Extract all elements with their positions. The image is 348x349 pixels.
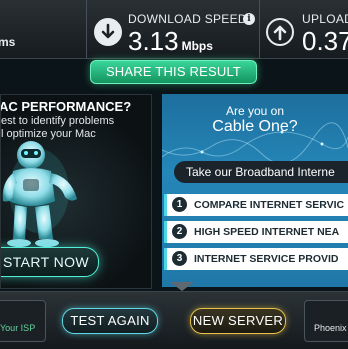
- server-city-label: Phoenix: [314, 323, 347, 333]
- upload-value: 0.37: [302, 26, 348, 56]
- share-result-button[interactable]: SHARE THIS RESULT: [90, 60, 257, 84]
- download-cell: DOWNLOAD SPEED i 3.13 Mbps: [86, 0, 260, 58]
- mac-performance-ad[interactable]: AC PERFORMANCE? est to identify problems…: [0, 94, 152, 289]
- download-number: 3.13: [128, 26, 179, 56]
- download-unit: Mbps: [181, 39, 213, 53]
- isp-label: Your ISP: [0, 323, 36, 333]
- ping-cell: ms: [0, 0, 82, 58]
- isp-option-3[interactable]: 3 INTERNET SERVICE PROVID: [164, 248, 348, 270]
- upload-label: UPLOAD: [302, 12, 348, 26]
- upload-arrow-icon: [266, 18, 294, 46]
- isp-panel: [0, 300, 46, 342]
- robot-mascot-image: [2, 141, 77, 247]
- test-again-button[interactable]: TEST AGAIN: [62, 308, 158, 334]
- mac-ad-title: AC PERFORMANCE?: [0, 99, 132, 114]
- option-number: 1: [172, 197, 187, 212]
- isp-question-big: Cable One?: [212, 118, 298, 135]
- option-label: INTERNET SERVICE PROVID: [194, 253, 339, 265]
- server-pointer-icon: [170, 282, 194, 291]
- isp-option-1[interactable]: 1 COMPARE INTERNET SERVIC: [164, 194, 348, 216]
- start-now-button[interactable]: START NOW: [1, 247, 99, 277]
- server-panel: [304, 300, 348, 342]
- bottom-bar: Your ISP TEST AGAIN NEW SERVER Phoenix: [0, 291, 348, 349]
- download-arrow-icon: [94, 18, 122, 46]
- results-bar: ms DOWNLOAD SPEED i 3.13Mbps UPLOAD 0.37: [0, 0, 348, 59]
- option-label: COMPARE INTERNET SERVIC: [194, 199, 345, 211]
- isp-survey-banner: Take our Broadband Interne: [174, 161, 348, 183]
- isp-ad[interactable]: Are you on Cable One? Take our Broadband…: [162, 94, 348, 287]
- upload-cell: UPLOAD 0.37: [262, 0, 348, 58]
- option-number: 2: [172, 224, 187, 239]
- option-label: HIGH SPEED INTERNET NEA: [194, 226, 340, 238]
- isp-question-small: Are you on: [225, 104, 285, 118]
- info-icon[interactable]: i: [243, 13, 255, 25]
- download-label: DOWNLOAD SPEED: [128, 12, 247, 26]
- download-value: 3.13 Mbps: [128, 26, 213, 57]
- ping-unit: ms: [0, 35, 16, 49]
- isp-option-2[interactable]: 2 HIGH SPEED INTERNET NEA: [164, 221, 348, 243]
- option-number: 3: [172, 251, 187, 266]
- new-server-button[interactable]: NEW SERVER: [190, 308, 286, 334]
- mac-ad-line-1: est to identify problems: [1, 115, 115, 127]
